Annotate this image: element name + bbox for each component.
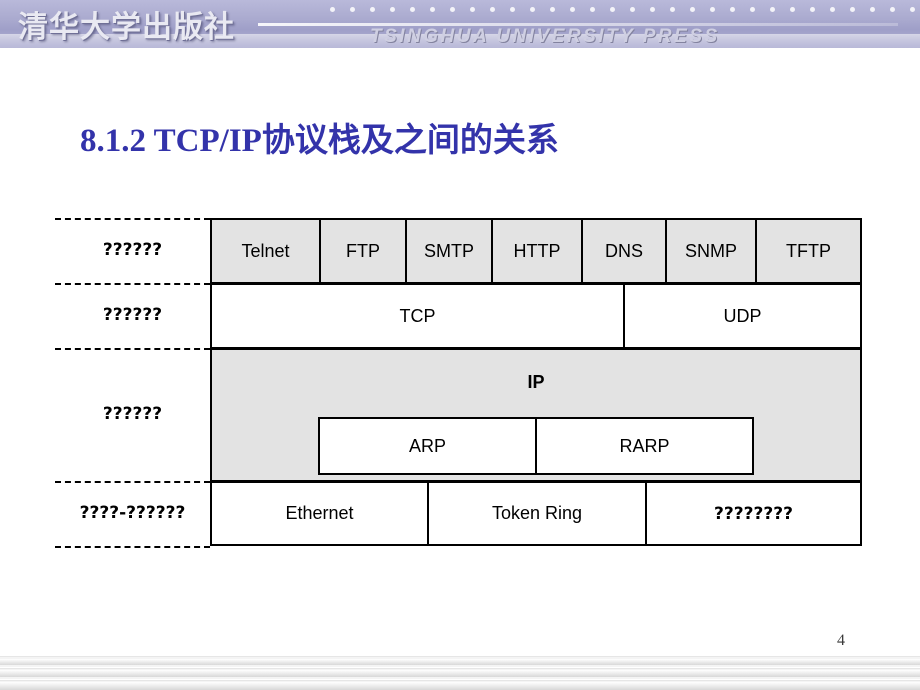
protocol-cell-http[interactable]: HTTP (491, 218, 583, 284)
layer-label-link: ????-?????? (79, 503, 186, 523)
protocol-cell-snmp[interactable]: SNMP (665, 218, 757, 284)
protocol-cell-tftp[interactable]: TFTP (755, 218, 862, 284)
footer-band (0, 659, 920, 665)
tcpip-stack-diagram: ?????? ?????? ?????? ????-?????? Telnet … (0, 0, 920, 690)
protocol-cell-udp[interactable]: UDP (623, 283, 862, 349)
protocol-cell-rarp[interactable]: RARP (535, 417, 754, 475)
protocol-cell-arp[interactable]: ARP (318, 417, 537, 475)
protocol-cell-ftp[interactable]: FTP (319, 218, 407, 284)
protocol-cell-tcp[interactable]: TCP (210, 283, 625, 349)
layer-divider-rule (55, 218, 210, 220)
layer-divider-rule (55, 481, 210, 483)
layer-label-internet: ?????? (102, 404, 163, 424)
layer-divider-rule (55, 546, 210, 548)
protocol-cell-other-link[interactable]: ???????? (645, 481, 862, 546)
footer-band (0, 670, 920, 677)
protocol-cell-smtp[interactable]: SMTP (405, 218, 493, 284)
layer-label-transport: ?????? (102, 305, 163, 325)
protocol-cell-telnet[interactable]: Telnet (210, 218, 321, 284)
page-number: 4 (837, 632, 845, 649)
layer-label-application: ?????? (102, 240, 163, 260)
protocol-cell-dns[interactable]: DNS (581, 218, 667, 284)
footer-band (0, 682, 920, 690)
footer-stripes (0, 655, 920, 690)
protocol-cell-ethernet[interactable]: Ethernet (210, 481, 429, 546)
protocol-cell-token-ring[interactable]: Token Ring (427, 481, 647, 546)
layer-divider-rule (55, 348, 210, 350)
layer-divider-rule (55, 283, 210, 285)
